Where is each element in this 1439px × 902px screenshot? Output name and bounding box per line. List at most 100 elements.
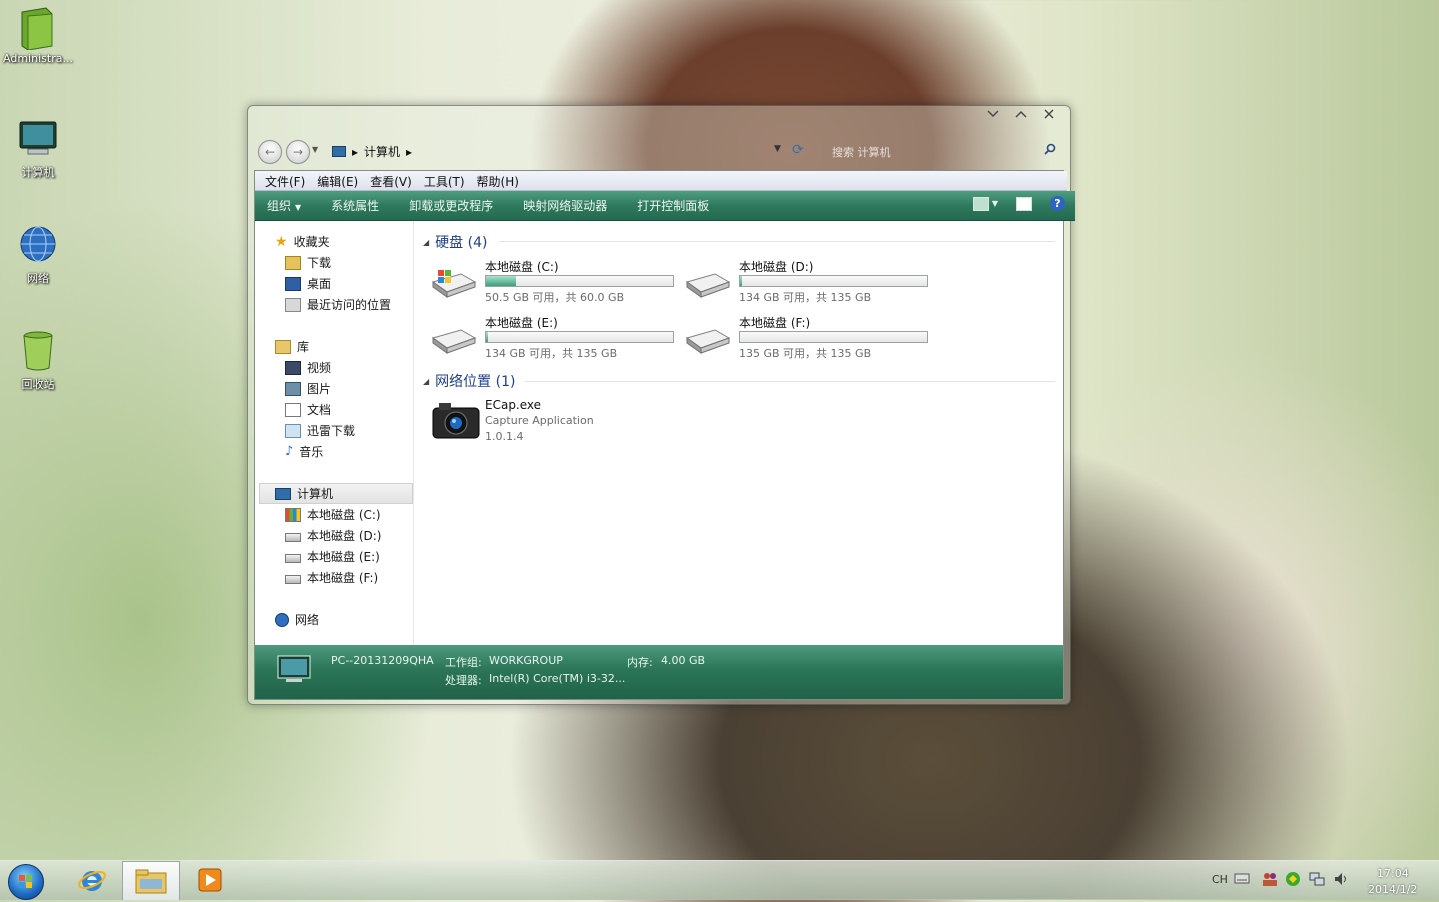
drive-tile-d[interactable]: 本地磁盘 (D:) 134 GB 可用，共 135 GB — [685, 258, 935, 308]
breadcrumb[interactable]: ▸ 计算机 ▸ — [332, 143, 412, 160]
network-globe-icon — [18, 224, 58, 266]
nav-item-label: 迅雷下载 — [307, 424, 356, 438]
users-tray-icon[interactable] — [1261, 871, 1279, 890]
menu-file[interactable]: 文件(F) — [259, 171, 311, 190]
maximize-button[interactable] — [1014, 109, 1028, 121]
nav-item-label: 本地磁盘 (C:) — [307, 508, 381, 522]
security-shield-tray-icon[interactable] — [1285, 871, 1301, 890]
hard-drive-icon — [285, 575, 301, 584]
language-indicator[interactable]: CH — [1212, 873, 1228, 886]
nav-item-thunder-downloads[interactable]: 迅雷下载 — [285, 422, 355, 439]
library-folder-icon — [275, 339, 291, 354]
start-button[interactable] — [8, 864, 44, 900]
taskbar-explorer[interactable] — [122, 861, 180, 900]
desktop-icon-recycle-bin[interactable]: 回收站 — [0, 330, 76, 392]
desktop-icon — [285, 276, 301, 291]
drive-tile-c[interactable]: 本地磁盘 (C:) 50.5 GB 可用，共 60.0 GB — [431, 258, 681, 308]
desktop-icon-user-folder[interactable]: Administra... — [0, 6, 76, 65]
drive-usage-bar — [485, 331, 674, 343]
drive-free-space: 135 GB 可用，共 135 GB — [739, 347, 872, 360]
address-history-dropdown-icon[interactable]: ▼ — [774, 144, 781, 154]
desktop-icon-label: 计算机 — [21, 166, 55, 179]
minimize-button[interactable] — [986, 109, 1000, 121]
computer-icon — [277, 655, 311, 683]
drive-usage-bar — [485, 275, 674, 287]
back-button[interactable]: ← — [258, 140, 282, 164]
desktop-icon-label: 回收站 — [21, 378, 55, 391]
clock-date[interactable]: 2014/1/2 — [1368, 883, 1417, 896]
clock-time[interactable]: 17:04 — [1377, 867, 1409, 880]
taskbar-internet-explorer[interactable] — [64, 861, 120, 899]
nav-item-label: 音乐 — [299, 445, 324, 459]
uninstall-program-button[interactable]: 卸载或更改程序 — [409, 197, 507, 214]
nav-item-drive-d[interactable]: 本地磁盘 (D:) — [285, 527, 381, 544]
preview-pane-icon[interactable] — [1016, 196, 1032, 211]
map-network-drive-button[interactable]: 映射网络驱动器 — [523, 197, 621, 214]
organize-button[interactable]: 组织 ▼ — [267, 197, 315, 214]
back-arrow-icon: ← — [264, 145, 276, 159]
nav-item-drive-f[interactable]: 本地磁盘 (F:) — [285, 569, 378, 586]
section-network-locations[interactable]: ◢ 网络位置 (1) — [423, 371, 515, 391]
taskbar-media-player[interactable] — [182, 861, 238, 899]
address-bar: ← → ▼ ▸ 计算机 ▸ ▼ ⟳ 搜索 计算机 — [256, 136, 1062, 166]
windows-logo-icon — [19, 875, 32, 888]
nav-item-desktop[interactable]: 桌面 — [285, 275, 331, 292]
menu-tools[interactable]: 工具(T) — [418, 171, 471, 190]
nav-item-documents[interactable]: 文档 — [285, 401, 331, 418]
documents-icon — [285, 402, 301, 417]
nav-item-downloads[interactable]: 下载 — [285, 254, 331, 271]
navigation-pane: ★ 收藏夹 下载 桌面 最近访问的位置 库 视频 图片 文档 迅雷下载 ♪ 音乐… — [255, 221, 414, 645]
memory-value: 4.00 GB — [661, 654, 706, 667]
music-note-icon: ♪ — [285, 444, 294, 459]
nav-computer[interactable]: 计算机 — [275, 485, 333, 502]
chevron-down-icon: ▼ — [295, 203, 302, 212]
menu-help[interactable]: 帮助(H) — [471, 171, 525, 190]
nav-network[interactable]: 网络 — [275, 611, 319, 628]
breadcrumb-item-computer[interactable]: 计算机 — [364, 143, 400, 160]
drive-free-space: 134 GB 可用，共 135 GB — [739, 291, 872, 304]
nav-item-recent-places[interactable]: 最近访问的位置 — [285, 296, 391, 313]
section-hard-disks[interactable]: ◢ 硬盘 (4) — [423, 232, 487, 252]
open-control-panel-button[interactable]: 打开控制面板 — [637, 197, 723, 214]
network-tray-icon[interactable] — [1309, 872, 1325, 889]
drive-tile-f[interactable]: 本地磁盘 (F:) 135 GB 可用，共 135 GB — [685, 314, 935, 364]
menu-bar: 文件(F) 编辑(E) 查看(V) 工具(T) 帮助(H) — [255, 171, 1067, 191]
system-properties-button[interactable]: 系统属性 — [331, 197, 393, 214]
recent-pages-chevron-icon[interactable]: ▼ — [312, 145, 318, 154]
pc-name: PC--20131209QHA — [331, 654, 434, 667]
refresh-icon[interactable]: ⟳ — [792, 142, 804, 158]
nav-item-pictures[interactable]: 图片 — [285, 380, 331, 397]
nav-item-drive-c[interactable]: 本地磁盘 (C:) — [285, 506, 381, 523]
drive-tile-e[interactable]: 本地磁盘 (E:) 134 GB 可用，共 135 GB — [431, 314, 681, 364]
menu-edit[interactable]: 编辑(E) — [311, 171, 364, 190]
nav-item-label: 下载 — [307, 256, 332, 270]
volume-icon[interactable] — [1333, 872, 1349, 889]
close-button[interactable] — [1042, 109, 1056, 121]
nav-libraries[interactable]: 库 — [275, 338, 309, 355]
search-input[interactable]: 搜索 计算机 — [826, 142, 1056, 160]
nav-computer-label: 计算机 — [297, 487, 334, 501]
desktop-icon-computer[interactable]: 计算机 — [0, 118, 76, 180]
nav-item-drive-e[interactable]: 本地磁盘 (E:) — [285, 548, 380, 565]
help-icon[interactable]: ? — [1050, 196, 1065, 211]
keyboard-icon[interactable] — [1234, 872, 1250, 887]
menu-view[interactable]: 查看(V) — [364, 171, 418, 190]
search-placeholder: 搜索 计算机 — [832, 146, 891, 159]
computer-icon — [332, 146, 346, 157]
content-area: ◢ 硬盘 (4) 本地磁盘 (C:) 50.5 GB 可用，共 60.0 GB … — [415, 221, 1061, 645]
section-divider — [499, 241, 1055, 242]
hard-drive-icon — [431, 324, 477, 354]
nav-favorites[interactable]: ★ 收藏夹 — [275, 233, 330, 250]
forward-button[interactable]: → — [286, 140, 310, 164]
network-item-ecap[interactable]: ECap.exe Capture Application 1.0.1.4 — [431, 398, 691, 448]
folder-icon — [18, 6, 58, 51]
nav-item-music[interactable]: ♪ 音乐 — [285, 443, 323, 460]
drive-free-space: 134 GB 可用，共 135 GB — [485, 347, 618, 360]
drive-usage-bar — [739, 275, 928, 287]
search-icon[interactable] — [1044, 143, 1056, 158]
network-globe-icon — [275, 612, 289, 627]
nav-item-label: 桌面 — [307, 277, 332, 291]
nav-item-videos[interactable]: 视频 — [285, 359, 331, 376]
change-view-button[interactable]: ▼ — [972, 196, 998, 211]
desktop-icon-network[interactable]: 网络 — [0, 224, 76, 286]
